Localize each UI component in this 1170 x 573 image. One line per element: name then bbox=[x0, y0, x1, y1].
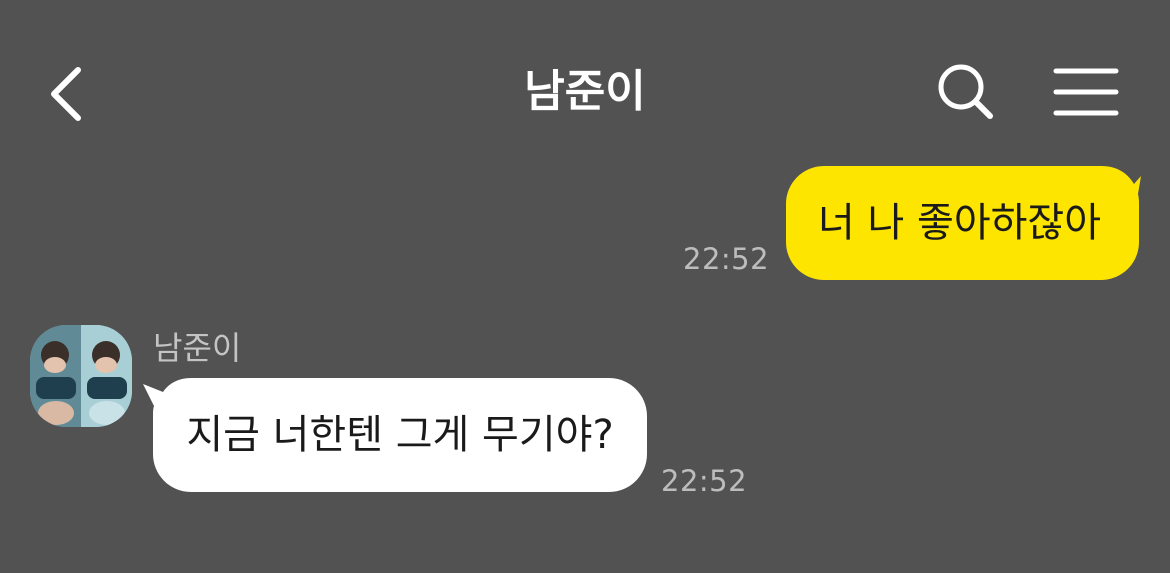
avatar[interactable] bbox=[30, 325, 132, 427]
profile-photo bbox=[30, 325, 132, 427]
chat-header: 남준이 bbox=[0, 0, 1170, 190]
message-timestamp: 22:52 bbox=[661, 464, 748, 498]
message-timestamp: 22:52 bbox=[683, 242, 770, 276]
chat-title: 남준이 bbox=[524, 66, 646, 117]
search-button[interactable] bbox=[932, 60, 998, 124]
hamburger-menu-icon bbox=[1053, 68, 1119, 116]
menu-button[interactable] bbox=[1050, 62, 1122, 122]
received-message[interactable]: 지금 너한텐 그게 무기야? bbox=[143, 378, 647, 492]
received-message-text: 지금 너한텐 그게 무기야? bbox=[186, 412, 614, 458]
back-button[interactable] bbox=[40, 60, 100, 128]
sender-name: 남준이 bbox=[153, 329, 242, 367]
chevron-left-icon bbox=[51, 67, 81, 121]
search-icon bbox=[938, 64, 993, 119]
sent-message-text: 너 나 좋아하잖아 bbox=[817, 200, 1102, 246]
sent-message[interactable]: 너 나 좋아하잖아 bbox=[786, 166, 1141, 280]
